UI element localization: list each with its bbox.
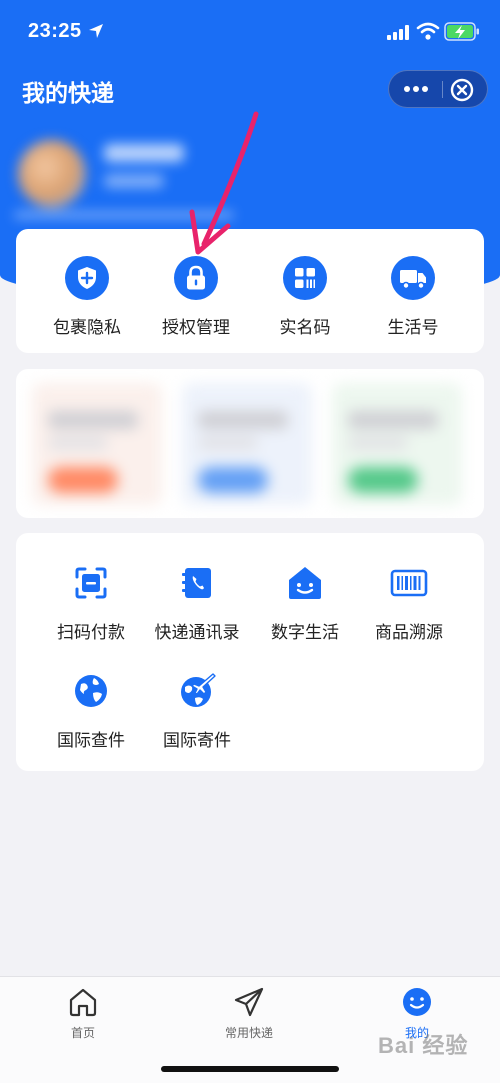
globe-icon: [75, 675, 107, 707]
quick-action-authorization[interactable]: 授权管理: [141, 256, 251, 338]
quick-action-real-name-code[interactable]: 实名码: [250, 256, 360, 338]
service-intl-tracking[interactable]: 国际查件: [36, 669, 146, 751]
smile-circle-icon: [403, 988, 431, 1016]
service-contacts[interactable]: 快递通讯录: [142, 561, 252, 643]
quick-actions-card: 包裹隐私 授权管理 实名码 生活号: [16, 229, 484, 353]
globe-plane-icon: [181, 673, 216, 707]
promo-tile[interactable]: [332, 383, 462, 505]
profile-subtitle-blurred: [104, 174, 164, 188]
truck-icon: [391, 256, 435, 300]
location-arrow-icon: [89, 24, 103, 38]
paper-plane-icon: [234, 987, 264, 1017]
quick-action-package-privacy[interactable]: 包裹隐私: [32, 256, 142, 338]
home-icon: [69, 988, 97, 1017]
mini-program-capsule: [388, 70, 488, 108]
quick-action-label: 包裹隐私: [53, 318, 121, 338]
tab-label: 首页: [70, 1026, 95, 1040]
tab-home[interactable]: 首页: [28, 985, 138, 1041]
user-profile[interactable]: [14, 130, 234, 220]
promo-tile[interactable]: [32, 383, 162, 505]
battery-charging-icon: [444, 22, 479, 41]
signal-icon: [387, 25, 409, 40]
quick-action-label: 生活号: [387, 318, 439, 338]
more-dots-icon: [404, 86, 428, 92]
service-label: 国际查件: [57, 731, 125, 751]
services-card: 扫码付款 快递通讯录 数字生活 商品溯源 国际查件 国际寄件: [16, 533, 484, 771]
capsule-divider: [442, 81, 443, 98]
shield-plus-icon: [65, 256, 109, 300]
lock-icon: [174, 256, 218, 300]
promo-banner-card: [16, 369, 484, 518]
service-scan-pay[interactable]: 扫码付款: [36, 561, 146, 643]
service-label: 扫码付款: [57, 623, 125, 643]
close-circle-icon[interactable]: [447, 75, 477, 105]
scan-icon: [75, 567, 107, 599]
qr-grid-icon: [283, 256, 327, 300]
home-indicator: [161, 1066, 339, 1072]
promo-tile[interactable]: [182, 383, 312, 505]
wifi-icon: [416, 22, 440, 40]
quick-action-label: 实名码: [279, 318, 331, 338]
phone-book-icon: [182, 568, 211, 598]
service-label: 国际寄件: [163, 731, 231, 751]
service-product-trace[interactable]: 商品溯源: [354, 561, 464, 643]
smile-house-icon: [289, 567, 321, 599]
service-label: 数字生活: [271, 623, 339, 643]
profile-name-blurred: [104, 144, 184, 162]
watermark: Bai 经验: [378, 1033, 469, 1058]
service-intl-shipping[interactable]: 国际寄件: [142, 669, 252, 751]
quick-action-life-account[interactable]: 生活号: [358, 256, 468, 338]
page-title: 我的快递: [22, 81, 114, 107]
service-label: 商品溯源: [375, 623, 443, 643]
service-digital-life[interactable]: 数字生活: [250, 561, 360, 643]
tab-label: 常用快递: [224, 1026, 273, 1040]
more-button[interactable]: [389, 71, 443, 107]
barcode-icon: [390, 569, 428, 597]
tab-frequent-express[interactable]: 常用快递: [194, 985, 304, 1041]
profile-divider: [14, 212, 234, 218]
avatar: [18, 140, 86, 208]
status-time: 23:25: [28, 20, 82, 42]
quick-action-label: 授权管理: [162, 318, 230, 338]
status-bar: 23:25: [0, 0, 500, 62]
service-label: 快递通讯录: [154, 623, 240, 643]
